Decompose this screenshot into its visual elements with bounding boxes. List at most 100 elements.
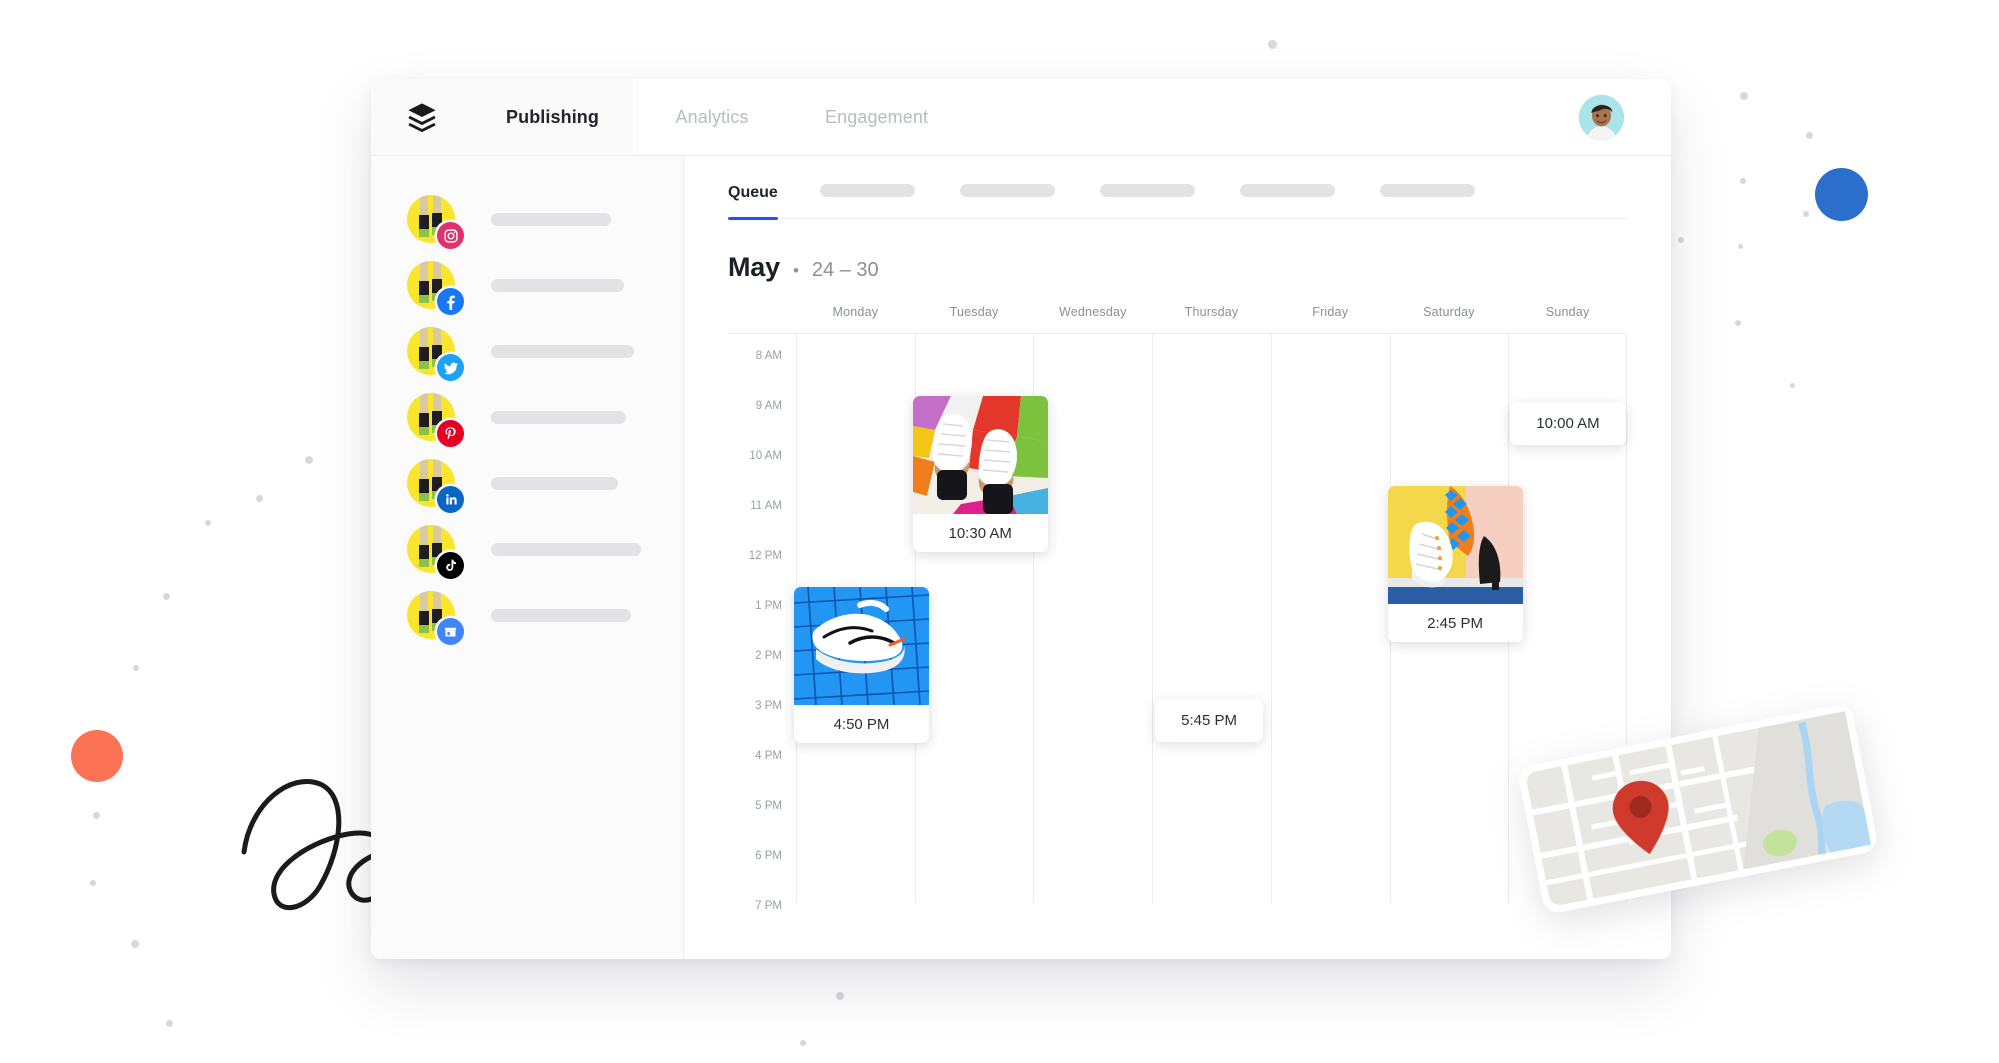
calendar-date-range: 24 – 30 [811,259,879,281]
top-navigation-bar: Publishing Analytics Engagement [371,79,1671,156]
decor-dot [1806,132,1813,139]
decor-dot [93,812,100,819]
pinterest-icon [437,420,464,447]
decor-dot [836,992,844,1000]
tab-queue[interactable]: Queue [728,184,778,220]
time-label: 8 AM [755,350,782,362]
sidebar-item-google-business[interactable] [371,582,683,648]
avatar-portrait [1579,94,1624,140]
decor-orange-circle [71,730,123,782]
decor-dot [163,593,170,600]
subtab-placeholder[interactable] [1379,184,1475,197]
avatar [407,261,464,315]
time-label: 6 PM [755,850,782,862]
day-header-thursday: Thursday [1184,305,1239,319]
buffer-stacked-layers-icon [407,103,436,133]
time-label: 3 PM [755,700,782,712]
post-thumbnail-yellow-wall-sneaker [1387,486,1523,604]
google-business-icon [437,618,464,645]
time-label: 11 AM [750,500,782,512]
day-column-saturday[interactable]: 2:45 PM [1387,334,1523,903]
tab-analytics-label: Analytics [675,106,749,127]
decor-dot [131,940,139,948]
day-column-monday[interactable]: 4:50 PM [794,334,929,903]
channel-sidebar [371,156,684,959]
time-label: 12 PM [748,550,782,562]
sneaker-photo [912,396,1048,514]
avatar [407,393,464,447]
calendar-month: May [728,252,780,282]
decor-dot [1678,237,1684,243]
tab-publishing-label: Publishing [506,106,599,127]
subtab-placeholder[interactable] [819,184,915,197]
empty-slot-chip[interactable]: 10:00 AM [1510,402,1626,445]
sidebar-item-tiktok[interactable] [371,516,683,582]
decor-dot [1803,211,1809,217]
facebook-icon [437,288,464,315]
channel-name-placeholder [491,542,641,556]
post-time-label: 2:45 PM [1427,614,1483,632]
calendar-separator: • [792,261,799,280]
decor-dot [1268,40,1277,49]
main-tab-list: Publishing Analytics Engagement [472,79,962,155]
empty-slot-time-label: 5:45 PM [1181,712,1238,729]
subtab-placeholder[interactable] [959,184,1055,197]
day-column-friday[interactable] [1270,334,1390,903]
avatar [407,195,464,249]
day-header-spacer [728,305,796,333]
app-logo[interactable] [371,79,472,155]
post-time-label: 4:50 PM [833,715,890,733]
subtab-placeholder[interactable] [1239,184,1335,197]
sidebar-item-linkedin[interactable] [371,450,683,516]
tab-analytics[interactable]: Analytics [633,79,791,155]
time-label: 5 PM [755,800,782,812]
post-card[interactable]: 4:50 PM [794,587,929,743]
decor-dot [205,520,211,526]
empty-slot-chip[interactable]: 5:45 PM [1155,699,1264,742]
channel-name-placeholder [491,476,618,490]
decor-dot [256,495,263,502]
publishing-main-panel: Queue May • 24 – 30 Monday Tuesday Wedne… [684,156,1671,959]
time-axis: 8 AM 9 AM 10 AM 11 AM 12 PM 1 PM 2 PM 3 … [728,334,796,912]
calendar-date-header: May • 24 – 30 [684,219,1671,305]
tab-queue-label: Queue [728,184,778,201]
day-header-tuesday: Tuesday [949,305,999,319]
tab-publishing[interactable]: Publishing [472,79,633,155]
decor-blue-circle [1815,168,1868,221]
day-column-thursday[interactable]: 5:45 PM [1152,334,1271,903]
post-card[interactable]: 10:30 AM [912,396,1048,552]
day-column-tuesday[interactable]: 10:30 AM [912,334,1048,903]
channel-name-placeholder [491,410,626,424]
avatar [407,327,464,381]
time-label: 2 PM [755,650,782,662]
calendar-grid: 8 AM 9 AM 10 AM 11 AM 12 PM 1 PM 2 PM 3 … [728,333,1627,912]
sidebar-item-twitter[interactable] [371,318,683,384]
sidebar-item-pinterest[interactable] [371,384,683,450]
sneaker-photo [794,587,929,705]
post-thumbnail-blue-grid-sneakers [794,587,929,705]
time-label: 9 AM [755,400,782,412]
sidebar-item-facebook[interactable] [371,252,683,318]
decor-dot [1740,92,1748,100]
calendar-day-header-row: Monday Tuesday Wednesday Thursday Friday… [728,305,1627,333]
decor-dot [1738,244,1743,249]
day-column-wednesday[interactable] [1033,334,1152,903]
day-header-saturday: Saturday [1423,305,1475,319]
avatar [407,591,464,645]
user-profile-avatar[interactable] [1579,94,1624,140]
subtab-placeholder[interactable] [1099,184,1195,197]
sidebar-item-instagram[interactable] [371,186,683,252]
decor-dot [800,1040,806,1046]
decor-dot [133,665,139,671]
day-header-wednesday: Wednesday [1058,305,1127,319]
day-header-sunday: Sunday [1545,305,1590,319]
decor-dot [166,1020,173,1027]
week-calendar: Monday Tuesday Wednesday Thursday Friday… [684,305,1671,912]
channel-name-placeholder [491,608,631,622]
instagram-icon [437,222,464,249]
day-header-monday: Monday [832,305,879,319]
time-label: 1 PM [755,600,782,612]
tab-engagement[interactable]: Engagement [791,79,962,155]
post-card[interactable]: 2:45 PM [1387,486,1523,642]
